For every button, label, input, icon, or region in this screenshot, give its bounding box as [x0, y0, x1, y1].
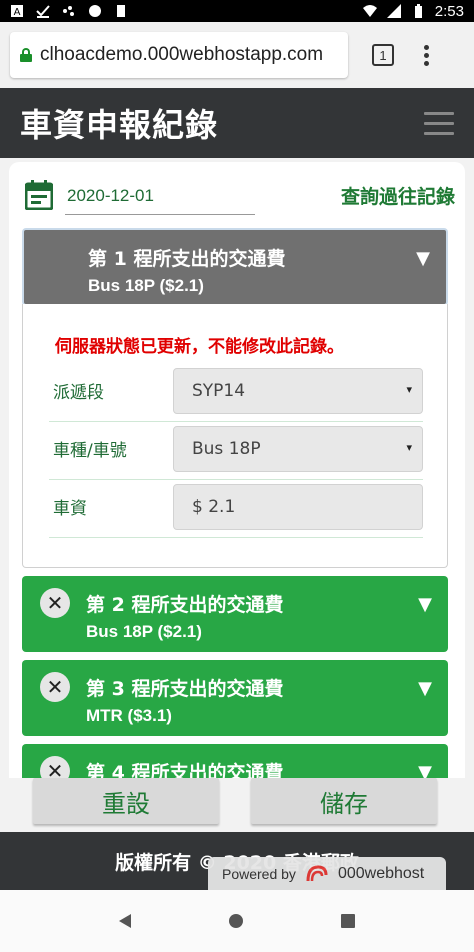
expense-header[interactable]: ✕ 第 2 程所支出的交通費 Bus 18P ($2.1) ▼	[22, 576, 448, 652]
select-value: Bus 18P	[192, 439, 261, 459]
route-select[interactable]: SYP14 ▾	[173, 368, 423, 414]
sd-card-icon	[117, 5, 125, 17]
expense-header[interactable]: ✕ 第 4 程所支出的交通費 ▼	[22, 744, 448, 778]
url-text[interactable]: clhoacdemo.000webhostapp.com	[40, 44, 323, 66]
expense-header[interactable]: ✕ 第 3 程所支出的交通費 MTR ($3.1) ▼	[22, 660, 448, 736]
hamburger-menu-icon[interactable]	[424, 111, 454, 135]
expense-title: 第 2 程所支出的交通費	[86, 594, 284, 616]
expense-item-2[interactable]: ✕ 第 2 程所支出的交通費 Bus 18P ($2.1) ▼	[22, 576, 448, 652]
field-label: 車資	[53, 499, 87, 519]
screen: A 2:53 clhoacdemo.000webhostapp.com 1 車資…	[0, 0, 474, 952]
record-icon	[89, 5, 101, 17]
home-icon[interactable]	[229, 914, 243, 928]
select-value: SYP14	[192, 381, 246, 401]
dropdown-arrow-icon: ▾	[406, 383, 412, 396]
remove-icon[interactable]: ✕	[40, 756, 70, 778]
action-bar: 重設 儲存	[0, 778, 474, 832]
remove-icon[interactable]: ✕	[40, 588, 70, 618]
remove-icon[interactable]: ✕	[40, 672, 70, 702]
battery-icon	[414, 4, 422, 18]
expense-summary: MTR ($3.1)	[86, 706, 172, 725]
tab-switcher-button[interactable]: 1	[372, 44, 394, 66]
more-menu-icon[interactable]	[424, 44, 429, 66]
browser-toolbar: clhoacdemo.000webhostapp.com 1	[0, 22, 474, 88]
input-value: $ 2.1	[192, 497, 236, 517]
clock: 2:53	[434, 2, 464, 20]
check-icon	[36, 5, 50, 18]
back-icon[interactable]	[119, 914, 131, 928]
record-card: 2020-12-01 查詢過往記錄 第 1 程所支出的交通費 Bus 18P (…	[9, 162, 465, 778]
caret-down-icon[interactable]: ▼	[416, 248, 430, 269]
page-title: 車資申報紀錄	[20, 106, 219, 144]
system-nav-bar	[0, 890, 474, 952]
expense-header[interactable]: 第 1 程所支出的交通費 Bus 18P ($2.1) ▼	[24, 230, 446, 304]
expense-title: 第 3 程所支出的交通費	[86, 678, 284, 700]
expense-item-3[interactable]: ✕ 第 3 程所支出的交通費 MTR ($3.1) ▼	[22, 660, 448, 736]
powered-by-label: Powered by	[222, 865, 296, 882]
expense-title: 第 4 程所支出的交通費	[86, 762, 284, 778]
address-bar[interactable]: clhoacdemo.000webhostapp.com	[10, 32, 348, 78]
app-header: 車資申報紀錄	[0, 88, 474, 158]
field-route: 派遞段 SYP14 ▾	[49, 364, 423, 422]
signal-icon	[386, 4, 401, 18]
date-row: 2020-12-01 查詢過往記錄	[25, 176, 455, 220]
field-label: 車種/車號	[53, 441, 127, 461]
expense-item-4[interactable]: ✕ 第 4 程所支出的交通費 ▼	[22, 744, 448, 778]
expense-detail-panel: 伺服器狀態已更新，不能修改此記錄。 派遞段 SYP14 ▾ 車種/車號 Bus …	[22, 304, 448, 568]
expense-item-1[interactable]: 第 1 程所支出的交通費 Bus 18P ($2.1) ▼	[22, 228, 448, 306]
notification-icons: A	[10, 4, 128, 18]
warning-message: 伺服器狀態已更新，不能修改此記錄。	[55, 337, 344, 357]
dots-icon	[63, 6, 74, 16]
main-content: 2020-12-01 查詢過往記錄 第 1 程所支出的交通費 Bus 18P (…	[0, 158, 474, 778]
date-field[interactable]: 2020-12-01	[67, 186, 154, 206]
svg-text:A: A	[14, 7, 21, 18]
powered-by-badge[interactable]: Powered by 000webhost	[208, 857, 446, 890]
system-icons: 2:53	[362, 2, 464, 20]
calendar-icon[interactable]	[25, 180, 53, 210]
date-underline	[65, 214, 255, 215]
field-fare: 車資 $ 2.1	[49, 480, 423, 538]
save-button[interactable]: 儲存	[251, 778, 437, 824]
page-footer: 版權所有 © 2020 香港郵政 Powered by 000webhost	[0, 832, 474, 890]
fare-input[interactable]: $ 2.1	[173, 484, 423, 530]
caret-down-icon[interactable]: ▼	[418, 594, 432, 615]
reset-button[interactable]: 重設	[33, 778, 219, 824]
wifi-icon	[362, 5, 377, 17]
field-label: 派遞段	[53, 383, 104, 403]
caret-down-icon[interactable]: ▼	[418, 762, 432, 778]
field-vehicle: 車種/車號 Bus 18P ▾	[49, 422, 423, 480]
expense-title: 第 1 程所支出的交通費	[88, 248, 286, 270]
vehicle-select[interactable]: Bus 18P ▾	[173, 426, 423, 472]
expense-summary: Bus 18P ($2.1)	[88, 276, 204, 295]
powered-by-brand: 000webhost	[337, 864, 425, 882]
dropdown-arrow-icon: ▾	[406, 441, 412, 454]
lock-icon	[20, 48, 32, 62]
history-link[interactable]: 查詢過往記錄	[341, 182, 455, 209]
caret-down-icon[interactable]: ▼	[418, 678, 432, 699]
status-bar: A 2:53	[0, 0, 474, 22]
notification-a-icon: A	[11, 5, 23, 18]
recent-apps-icon[interactable]	[341, 914, 355, 928]
expense-summary: Bus 18P ($2.1)	[86, 622, 202, 641]
webhost-logo-icon	[306, 864, 328, 881]
